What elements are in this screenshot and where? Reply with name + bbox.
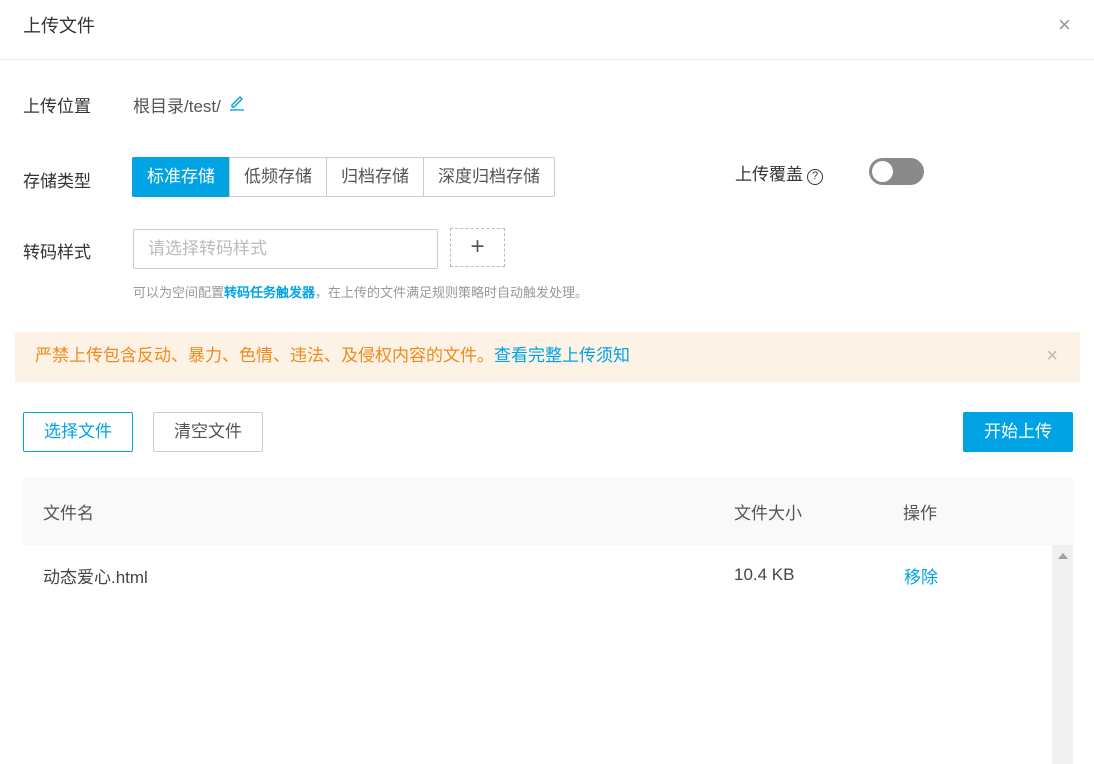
location-value: 根目录/test/: [133, 97, 221, 116]
dialog-title: 上传文件: [23, 16, 95, 36]
edit-icon[interactable]: [229, 93, 245, 111]
file-table: 文件名 文件大小 操作 动态爱心.html 10.4 KB 移除: [23, 477, 1073, 764]
table-header: 文件名 文件大小 操作: [23, 477, 1073, 545]
storage-option-infrequent[interactable]: 低频存储: [229, 157, 327, 197]
scrollbar[interactable]: [1052, 545, 1073, 764]
hint-prefix: 可以为空间配置: [133, 285, 225, 300]
storage-label: 存储类型: [23, 172, 91, 191]
transcode-trigger-link[interactable]: 转码任务触发器: [224, 285, 315, 300]
hint-suffix: ，在上传的文件满足规则策略时自动触发处理。: [315, 285, 589, 300]
close-icon[interactable]: ×: [1058, 12, 1071, 38]
header-actions: 操作: [903, 503, 937, 523]
warning-notice: 严禁上传包含反动、暴力、色情、违法、及侵权内容的文件。查看完整上传须知 ×: [15, 332, 1080, 382]
file-size: 10.4 KB: [734, 565, 795, 584]
storage-option-standard[interactable]: 标准存储: [132, 157, 230, 197]
overwrite-label: 上传覆盖?: [735, 160, 823, 185]
transcode-style-select[interactable]: [133, 229, 438, 269]
storage-option-deep-archive[interactable]: 深度归档存储: [423, 157, 555, 197]
storage-option-archive[interactable]: 归档存储: [326, 157, 424, 197]
table-row: 动态爱心.html 10.4 KB 移除: [23, 545, 1052, 605]
location-label: 上传位置: [23, 97, 91, 116]
transcode-hint: 可以为空间配置转码任务触发器，在上传的文件满足规则策略时自动触发处理。: [133, 282, 588, 301]
transcode-label: 转码样式: [23, 243, 91, 262]
notice-text: 严禁上传包含反动、暴力、色情、违法、及侵权内容的文件。: [35, 346, 494, 365]
start-upload-button[interactable]: 开始上传: [963, 412, 1073, 452]
select-files-button[interactable]: 选择文件: [23, 412, 133, 452]
clear-files-button[interactable]: 清空文件: [153, 412, 263, 452]
overwrite-label-text: 上传覆盖: [735, 165, 803, 184]
notice-close-icon[interactable]: ×: [1046, 332, 1058, 380]
header-filename: 文件名: [43, 503, 94, 523]
help-icon[interactable]: ?: [807, 169, 823, 185]
upload-rules-link[interactable]: 查看完整上传须知: [494, 346, 630, 365]
remove-file-link[interactable]: 移除: [904, 545, 938, 605]
file-name: 动态爱心.html: [43, 567, 148, 587]
header-filesize: 文件大小: [734, 503, 802, 523]
overwrite-toggle[interactable]: [869, 158, 924, 185]
storage-type-selector: 标准存储 低频存储 归档存储 深度归档存储: [132, 157, 555, 197]
add-transcode-button[interactable]: +: [450, 228, 505, 267]
divider: [0, 59, 1094, 60]
